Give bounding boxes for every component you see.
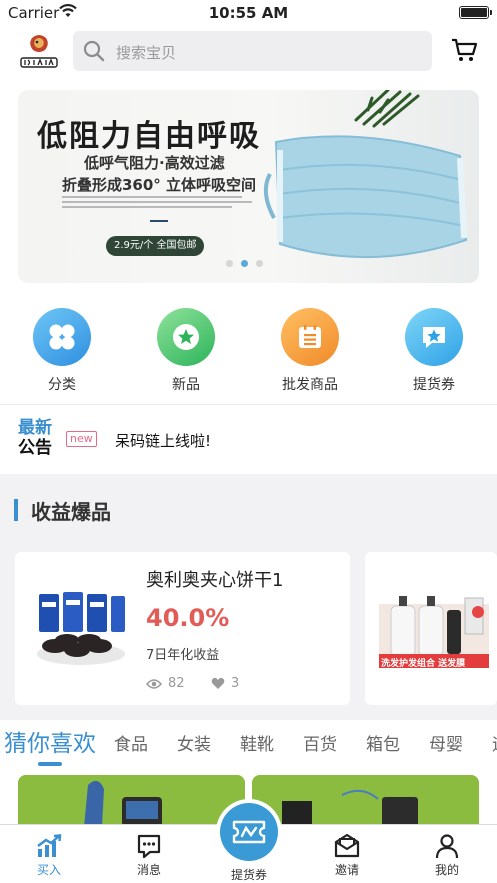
- pager-dot[interactable]: [226, 260, 233, 267]
- tab-general-goods[interactable]: 百货: [303, 730, 337, 755]
- category-tabs: 猜你喜欢 食品 女装 鞋靴 百货 箱包 母婴 运: [0, 720, 497, 772]
- category-tihuoquan[interactable]: 提货券: [394, 308, 474, 394]
- tab-shoes[interactable]: 鞋靴: [240, 730, 274, 755]
- invite-icon: [334, 833, 360, 858]
- status-bar: Carrier 10:55 AM: [0, 0, 497, 26]
- product-yield-rate: 40.0%: [146, 604, 230, 632]
- tab-food[interactable]: 食品: [114, 730, 148, 755]
- category-fenlei[interactable]: 分类: [22, 308, 102, 394]
- brand-logo[interactable]: [18, 32, 60, 72]
- announcement-label: 最新 公告: [18, 418, 52, 458]
- banner-fine-print: [62, 196, 252, 210]
- message-icon: [137, 834, 161, 859]
- recommend-item[interactable]: [18, 775, 245, 827]
- chart-up-icon: [37, 834, 62, 857]
- new-badge: new: [66, 431, 97, 447]
- top-header: 搜索宝贝: [0, 26, 497, 78]
- category-label: 新品: [172, 377, 200, 393]
- category-row: 分类 新品 批发商品 提货券: [0, 294, 497, 404]
- likes-count: 3: [211, 676, 239, 691]
- person-icon: [435, 834, 459, 859]
- announcement-message[interactable]: 呆码链上线啦!: [115, 430, 211, 451]
- banner-section: 低阻力自由呼吸 低呼气阻力·高效过滤 折叠形成360° 立体呼吸空间 2.9元/…: [0, 78, 497, 294]
- eye-icon: [146, 678, 162, 689]
- product-image-oreo: [37, 592, 125, 665]
- section-title: 收益爆品: [31, 499, 111, 524]
- category-pifa[interactable]: 批发商品: [270, 308, 350, 394]
- category-label: 分类: [48, 377, 76, 393]
- banner-subtitle-1: 低呼气阻力·高效过滤: [84, 154, 225, 172]
- tabbar-item-voucher[interactable]: [216, 799, 282, 865]
- tabbar-label: 消息: [136, 863, 161, 877]
- calendar-list-icon: [281, 308, 339, 366]
- promo-banner[interactable]: 低阻力自由呼吸 低呼气阻力·高效过滤 折叠形成360° 立体呼吸空间 2.9元/…: [18, 90, 479, 283]
- battery-icon: [459, 6, 492, 19]
- pager-dot[interactable]: [256, 260, 263, 267]
- heart-icon: [211, 677, 225, 689]
- recommend-item[interactable]: [252, 775, 479, 827]
- banner-title: 低阻力自由呼吸: [37, 119, 261, 154]
- category-label: 提货券: [413, 377, 455, 393]
- product-card[interactable]: 奥利奥夹心饼干1 40.0% 7日年化收益 82 3: [15, 552, 350, 705]
- product-card[interactable]: 洗发护发组合 送发膜: [365, 552, 497, 705]
- section-header: 收益爆品: [14, 498, 111, 524]
- pager-dot-active[interactable]: [241, 260, 248, 267]
- clock: 10:55 AM: [208, 4, 289, 22]
- announcement-label-top: 最新: [18, 418, 52, 438]
- section-accent-bar: [14, 499, 18, 521]
- tab-baby[interactable]: 母婴: [429, 730, 463, 755]
- announcement-bar[interactable]: 最新 公告 new 呆码链上线啦!: [0, 404, 497, 474]
- banner-price-tag: 2.9元/个 全国包邮: [106, 236, 205, 256]
- tab-sports[interactable]: 运: [492, 730, 497, 755]
- face-mask-image: [263, 135, 468, 258]
- tab-womens-wear[interactable]: 女装: [177, 730, 211, 755]
- star-chat-icon: [405, 308, 463, 366]
- category-label: 批发商品: [282, 377, 338, 393]
- tabbar-item-messages[interactable]: 消息: [114, 831, 184, 878]
- product-yield-label: 7日年化收益: [146, 648, 220, 663]
- views-count: 82: [146, 676, 185, 691]
- tabbar-label: 我的: [434, 863, 459, 877]
- search-icon: [83, 40, 105, 62]
- announcement-label-bottom: 公告: [18, 438, 52, 458]
- tabbar-label: 买入: [36, 863, 61, 877]
- likes-value: 3: [231, 676, 240, 691]
- tabbar-label-voucher: 提货券: [230, 868, 267, 882]
- views-value: 82: [168, 676, 185, 691]
- tabbar-item-me[interactable]: 我的: [412, 831, 482, 878]
- tabbar-item-invite[interactable]: 邀请: [312, 831, 382, 878]
- product-image-caption: 洗发护发组合 送发膜: [381, 659, 466, 669]
- recommend-item-image: [252, 775, 479, 827]
- clover-icon: [33, 308, 91, 366]
- tabbar-item-buy[interactable]: 买入: [14, 831, 84, 878]
- cart-icon[interactable]: [450, 36, 478, 64]
- product-name: 奥利奥夹心饼干1: [146, 570, 284, 591]
- banner-pager[interactable]: [226, 260, 263, 267]
- tab-bags[interactable]: 箱包: [366, 730, 400, 755]
- banner-subtitle-2: 折叠形成360° 立体呼吸空间: [62, 176, 257, 194]
- ticket-icon: [232, 820, 266, 844]
- search-placeholder: 搜索宝贝: [116, 44, 177, 62]
- category-xinpin[interactable]: 新品: [146, 308, 226, 394]
- banner-divider: [150, 220, 168, 222]
- search-bar[interactable]: 搜索宝贝: [73, 31, 432, 71]
- tab-guess-you-like[interactable]: 猜你喜欢: [4, 724, 96, 758]
- recommend-item-image: [18, 775, 245, 827]
- star-badge-icon: [157, 308, 215, 366]
- tabbar-label: 邀请: [334, 863, 359, 877]
- active-tab-indicator: [38, 762, 62, 766]
